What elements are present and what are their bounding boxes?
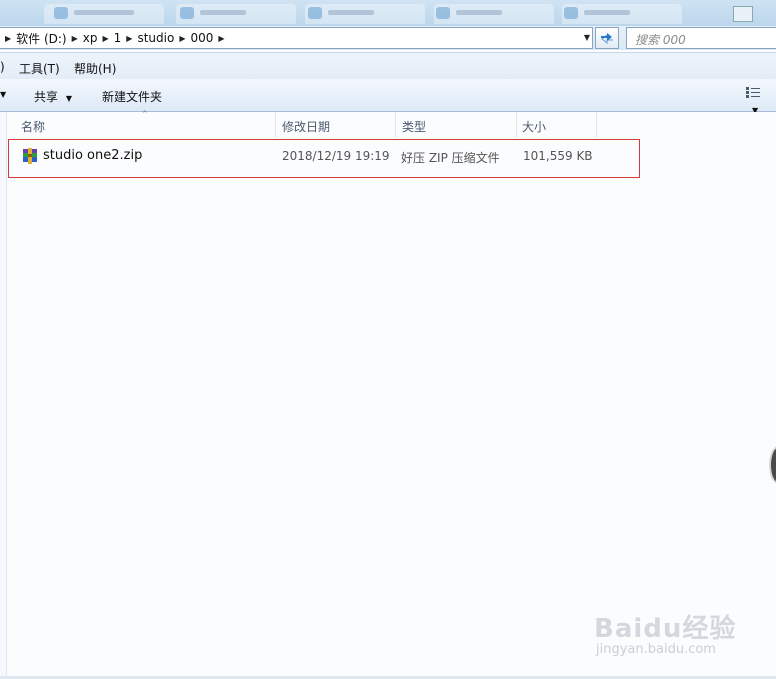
- address-bar-row: ▶ 软件 (D:) ▶ xp ▶ 1 ▶ studio ▶ 000 ▶ ▼ 搜索…: [0, 26, 776, 50]
- menu-item-help[interactable]: 帮助(H): [74, 60, 116, 77]
- floating-widget-handle[interactable]: [769, 446, 776, 484]
- breadcrumb-xp[interactable]: ▶ xp: [67, 28, 98, 48]
- taskbar-strip: [0, 0, 776, 26]
- column-header-row: ⌃ 名称 修改日期 类型 大小: [0, 110, 776, 137]
- watermark-brand: Baidu经验: [594, 614, 737, 644]
- breadcrumb-000[interactable]: ▶ 000 ▶: [174, 28, 229, 48]
- sort-ascending-icon: ⌃: [141, 110, 149, 120]
- breadcrumb-arrow-icon: ▶: [5, 33, 12, 43]
- watermark: Baidu经验 jingyan.baidu.com: [594, 608, 754, 666]
- command-toolbar: ▼ 共享 ▼ 新建文件夹 ▼: [0, 79, 776, 115]
- address-bar[interactable]: ▶ 软件 (D:) ▶ xp ▶ 1 ▶ studio ▶ 000 ▶ ▼: [0, 27, 593, 49]
- breadcrumb-d-drive[interactable]: ▶ 软件 (D:): [0, 28, 67, 48]
- breadcrumb-label: 000: [190, 31, 214, 45]
- refresh-button[interactable]: [595, 27, 619, 49]
- column-header-modified[interactable]: 修改日期: [282, 118, 330, 135]
- breadcrumb-label: xp: [82, 31, 98, 45]
- share-label: 共享: [34, 90, 59, 104]
- breadcrumb-1[interactable]: ▶ 1: [98, 28, 122, 48]
- column-header-name[interactable]: 名称: [21, 118, 45, 135]
- breadcrumb-label: 1: [113, 31, 122, 45]
- menu-bar: ) 工具(T) 帮助(H): [0, 52, 776, 79]
- breadcrumb-arrow-icon: ▶: [126, 33, 133, 43]
- breadcrumb-arrow-icon: ▶: [71, 33, 78, 43]
- highlight-annotation-box: [8, 139, 640, 178]
- column-header-size[interactable]: 大小: [522, 118, 546, 135]
- search-placeholder: 搜索 000: [635, 33, 686, 47]
- nav-pane-edge: [0, 112, 7, 679]
- breadcrumb-arrow-icon: ▶: [179, 33, 186, 43]
- window-minimize-button[interactable]: [733, 6, 753, 22]
- search-input[interactable]: 搜索 000: [626, 27, 776, 49]
- view-toggle-icon: [746, 87, 760, 98]
- new-folder-button[interactable]: 新建文件夹: [102, 88, 162, 105]
- breadcrumb-label: 软件 (D:): [16, 31, 67, 46]
- share-button[interactable]: 共享 ▼: [34, 88, 72, 105]
- toolbar-arrow-icon: ▼: [0, 90, 7, 99]
- watermark-url: jingyan.baidu.com: [596, 642, 716, 657]
- menu-item-tools[interactable]: 工具(T): [19, 60, 60, 77]
- refresh-icon: [601, 33, 613, 45]
- dropdown-arrow-icon: ▼: [65, 94, 72, 103]
- column-header-type[interactable]: 类型: [402, 118, 426, 135]
- breadcrumb-label: studio: [137, 31, 175, 45]
- menu-item-partial[interactable]: ): [0, 60, 5, 74]
- address-dropdown-icon[interactable]: ▼: [584, 33, 590, 42]
- breadcrumb-arrow-icon: ▶: [218, 33, 225, 43]
- breadcrumb-studio[interactable]: ▶ studio: [121, 28, 174, 48]
- breadcrumb-arrow-icon: ▶: [102, 33, 109, 43]
